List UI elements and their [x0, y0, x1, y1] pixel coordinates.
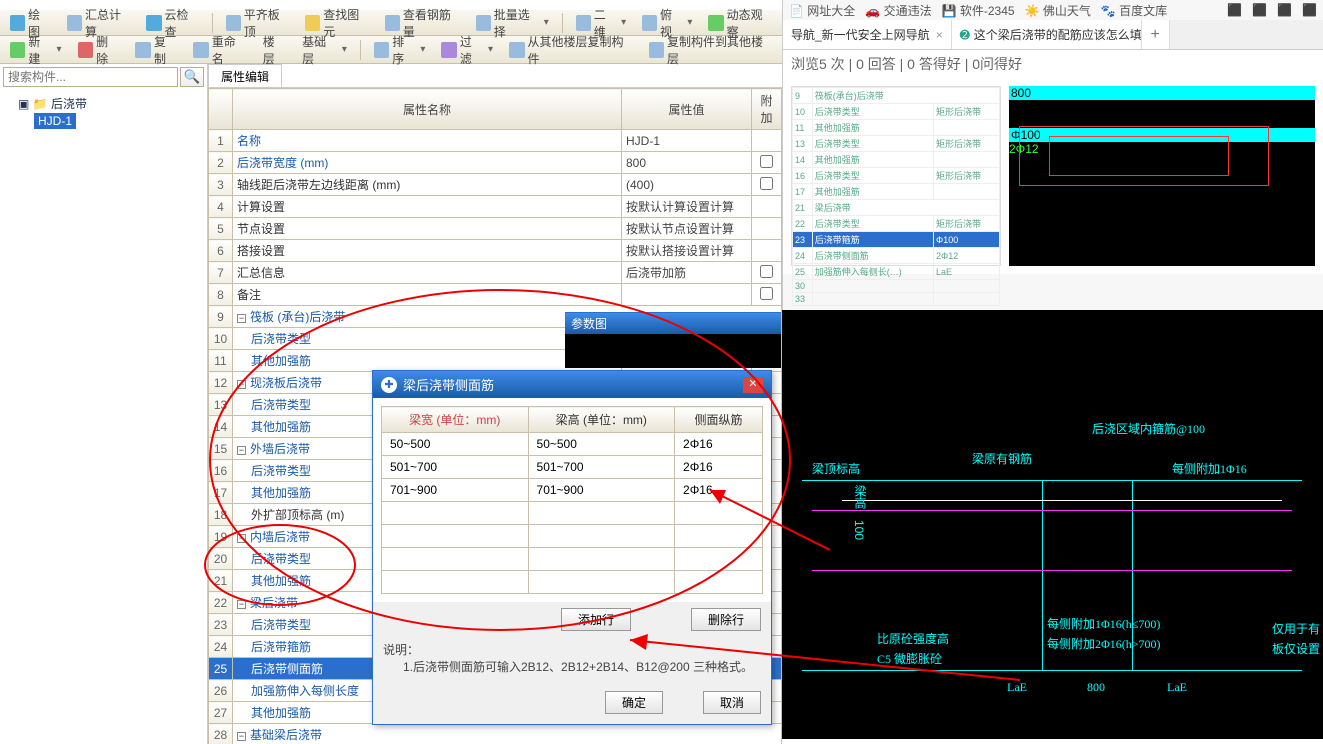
dialog-note: 说明： 1.后浇带侧面筋可输入2B12、2B12+2B14、B12@200 三种… [373, 637, 771, 683]
export-icon [649, 42, 665, 58]
fav-link[interactable]: 🚗 交通违法 [865, 2, 931, 19]
new-icon [10, 42, 25, 58]
cloud-icon [146, 15, 161, 31]
fav-link[interactable]: 💾 软件-2345 [942, 2, 1015, 19]
orbit-icon [708, 15, 723, 31]
collapse-icon[interactable]: − [237, 380, 246, 389]
delete-icon [78, 42, 94, 58]
ok-button[interactable]: 确定 [605, 691, 663, 714]
col-extra: 附加 [752, 89, 782, 130]
tree-child-selected[interactable]: HJD-1 [34, 113, 76, 129]
col-property-value: 属性值 [622, 89, 752, 130]
browser-action-icon[interactable]: ⬛ [1277, 3, 1292, 17]
col-beam-height[interactable]: 梁高 (单位：mm) [528, 407, 675, 433]
box-icon [576, 15, 591, 31]
collapse-icon[interactable]: − [237, 314, 246, 323]
eye-icon [642, 15, 657, 31]
param-panel-title: 参数图 [565, 313, 781, 334]
component-tree[interactable]: ▣ 📁 后浇带 HJD-1 [0, 90, 207, 133]
toolbar-2: 新建▾ 删除 复制 重命名 楼层 基础层▾ 排序▾ 过滤▾ 从其他楼层复制构件 … [0, 36, 782, 64]
table-row [382, 525, 763, 548]
add-row-button[interactable]: 添加行 [561, 608, 631, 631]
fav-link[interactable]: 📄 网址大全 [789, 2, 855, 19]
col-beam-width[interactable]: 梁宽 (单位：mm) [382, 407, 529, 433]
browser-tabs: 导航_新一代安全上网导航× ➋这个梁后浇带的配筋应该怎么填× + [783, 20, 1323, 50]
param-preview-panel: 参数图 [565, 312, 781, 368]
browser-tab-1[interactable]: 导航_新一代安全上网导航× [783, 20, 952, 49]
side-rebar-dialog: ✚ 梁后浇带侧面筋 ✕ 梁宽 (单位：mm) 梁高 (单位：mm) 侧面纵筋 5… [372, 370, 772, 725]
sort-icon [374, 42, 389, 58]
browser-favorites-bar: 📄 网址大全 🚗 交通违法 💾 软件-2345 ☀️ 佛山天气 🐾 百度文库 ⬛… [783, 0, 1323, 20]
collapse-icon[interactable]: − [237, 534, 246, 543]
steel-icon [385, 15, 400, 31]
browser-action-icon[interactable]: ⬛ [1227, 3, 1242, 17]
close-button[interactable]: ✕ [743, 377, 763, 393]
fav-link[interactable]: 🐾 百度文库 [1101, 2, 1167, 19]
search-icon [305, 15, 320, 31]
search-button[interactable]: 🔍 [180, 67, 204, 87]
close-icon[interactable]: × [936, 28, 943, 42]
property-tabs: 属性编辑 [208, 64, 782, 88]
table-row: 50~50050~5002Φ16 [382, 433, 763, 456]
extra-checkbox[interactable] [760, 287, 773, 300]
delete-row-button[interactable]: 删除行 [691, 608, 761, 631]
browser-tab-2[interactable]: ➋这个梁后浇带的配筋应该怎么填× [952, 20, 1142, 49]
qa-thumbnail-2[interactable]: 800 LAE h Φ100 2Φ12 [1009, 86, 1315, 266]
dialog-icon: ✚ [381, 377, 397, 393]
table-row: 701~900701~9002Φ16 [382, 479, 763, 502]
fav-link[interactable]: ☀️ 佛山天气 [1025, 2, 1091, 19]
qa-attachments: 9筏板(承台)后浇带 10后浇带类型矩形后浇带 11其他加强筋 13后浇带类型矩… [783, 78, 1323, 274]
table-row [382, 502, 763, 525]
table-row [382, 548, 763, 571]
col-side-rebar[interactable]: 侧面纵筋 [675, 407, 763, 433]
table-row: 501~700501~7002Φ16 [382, 456, 763, 479]
select-icon [476, 15, 491, 31]
col-property-name: 属性名称 [233, 89, 622, 130]
collapse-icon[interactable]: − [237, 600, 246, 609]
collapse-icon[interactable]: − [237, 446, 246, 455]
import-icon [509, 42, 525, 58]
copy-icon [135, 42, 151, 58]
qa-stats: 浏览5 次 | 0 回答 | 0 答得好 | 0问得好 [783, 50, 1323, 78]
pencil-icon [10, 15, 25, 31]
dialog-titlebar[interactable]: ✚ 梁后浇带侧面筋 ✕ [373, 371, 771, 398]
new-tab-button[interactable]: + [1142, 20, 1170, 49]
cad-drawing-view[interactable]: 后浇区域内箍筋@100 梁原有钢筋 梁顶标高 每侧附加1Φ16 每侧附加1Φ16… [782, 310, 1323, 739]
component-tree-pane: 🔍 ▣ 📁 后浇带 HJD-1 [0, 64, 208, 744]
tree-root[interactable]: ▣ 📁 后浇带 [6, 94, 201, 113]
align-icon [226, 15, 241, 31]
rename-icon [193, 42, 209, 58]
browser-action-icon[interactable]: ⬛ [1252, 3, 1267, 17]
rebar-table[interactable]: 梁宽 (单位：mm) 梁高 (单位：mm) 侧面纵筋 50~50050~5002… [381, 406, 763, 594]
browser-action-icon[interactable]: ⬛ [1302, 3, 1317, 17]
collapse-icon[interactable]: − [237, 732, 246, 741]
filter-icon [441, 42, 456, 58]
sigma-icon [67, 15, 82, 31]
tab-property-edit[interactable]: 属性编辑 [208, 64, 282, 87]
extra-checkbox[interactable] [760, 265, 773, 278]
table-row [382, 571, 763, 594]
cancel-button[interactable]: 取消 [703, 691, 761, 714]
qa-thumbnail-1[interactable]: 9筏板(承台)后浇带 10后浇带类型矩形后浇带 11其他加强筋 13后浇带类型矩… [791, 86, 1001, 266]
extra-checkbox[interactable] [760, 155, 773, 168]
extra-checkbox[interactable] [760, 177, 773, 190]
component-search-input[interactable] [3, 67, 178, 87]
dialog-title: 梁后浇带侧面筋 [403, 375, 494, 394]
